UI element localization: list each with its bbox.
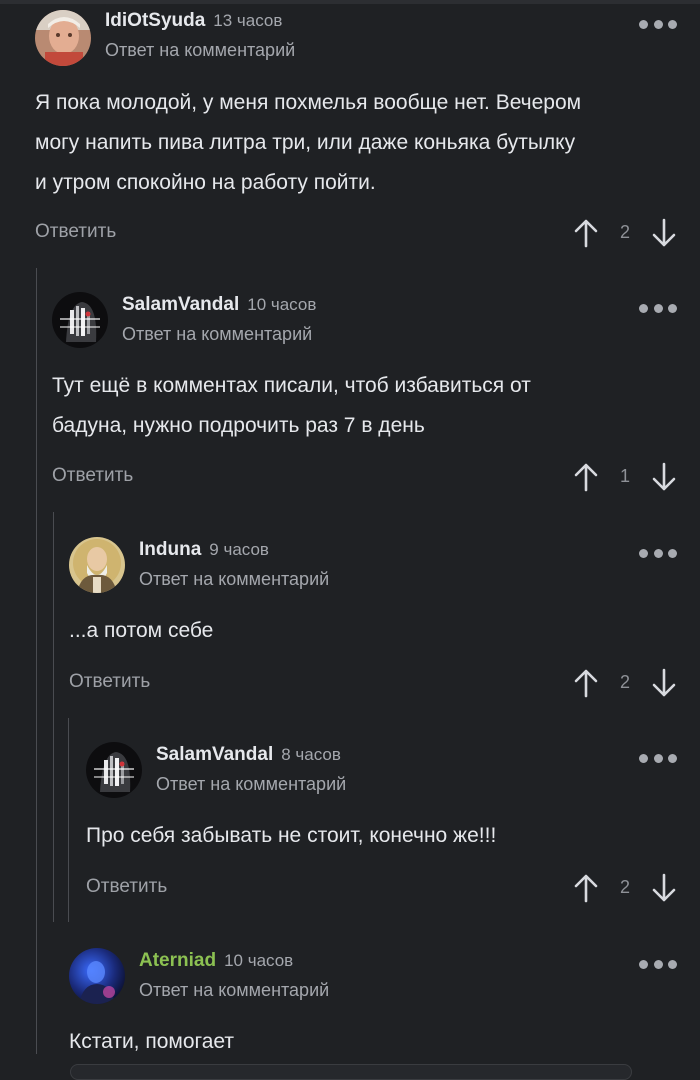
comment-text: Кстати, помогает (69, 1022, 234, 1062)
comment-1: IdiOtSyuda 13 часов Ответ на комментарий … (35, 8, 677, 248)
comment-text: Тут ещё в комментах писали, чтоб избавит… (52, 366, 531, 446)
more-dots-icon[interactable] (639, 547, 677, 559)
arrow-down-icon[interactable] (651, 668, 677, 698)
comment-author[interactable]: SalamVandal 10 часов (122, 294, 316, 316)
comment-text: Про себя забывать не стоит, конечно же!!… (86, 816, 496, 856)
vote-controls: 2 (573, 668, 677, 698)
vote-count: 2 (619, 222, 630, 242)
more-dots-icon[interactable] (639, 752, 677, 764)
comment-text-line: Тут ещё в комментах писали, чтоб избавит… (52, 374, 531, 397)
comment-4: SalamVandal 8 часов Ответ на комментарий … (86, 742, 677, 912)
comment-text-line: Я пока молодой, у меня похмелья вообще н… (35, 91, 582, 114)
reply-to-link[interactable]: Ответ на комментарий (139, 569, 329, 590)
more-dots-icon[interactable] (639, 302, 677, 314)
comment-text: ...а потом себе (69, 611, 213, 651)
arrow-down-icon[interactable] (651, 462, 677, 492)
top-divider (0, 0, 700, 4)
comment-time: 13 часов (213, 11, 283, 30)
vote-controls: 1 (573, 462, 677, 492)
author-name: Aterniad (139, 950, 217, 971)
arrow-up-icon[interactable] (573, 873, 599, 903)
more-dots-icon[interactable] (639, 18, 677, 30)
comment-text: Я пока молодой, у меня похмелья вообще н… (35, 83, 581, 203)
comment-author[interactable]: IdiOtSyuda 13 часов (105, 10, 282, 32)
comment-text-line: ...а потом себе (69, 619, 214, 642)
thread-line-level-3[interactable] (68, 718, 69, 922)
author-name: IdiOtSyuda (105, 10, 206, 31)
author-name: SalamVandal (122, 294, 240, 315)
comment-time: 10 часов (224, 951, 294, 970)
reply-button[interactable]: Ответить (35, 221, 116, 243)
comment-5: Aterniad 10 часов Ответ на комментарий Кс… (69, 948, 677, 1058)
reply-button[interactable]: Ответить (52, 465, 133, 487)
comment-time: 9 часов (209, 540, 269, 559)
comment-text-line: могу напить пива литра три, или даже кон… (35, 131, 576, 154)
avatar[interactable] (69, 948, 125, 1004)
comment-author[interactable]: SalamVandal 8 часов (156, 744, 341, 766)
arrow-up-icon[interactable] (573, 668, 599, 698)
avatar[interactable] (69, 537, 125, 593)
comment-author[interactable]: Aterniad 10 часов (139, 950, 293, 972)
vote-count: 2 (619, 672, 630, 692)
comment-text-line: Кстати, помогает (69, 1030, 234, 1053)
reply-button[interactable]: Ответить (86, 876, 167, 898)
author-name: Induna (139, 539, 202, 560)
avatar[interactable] (52, 292, 108, 348)
thread-line-level-1[interactable] (36, 268, 37, 1054)
comment-time: 8 часов (281, 745, 341, 764)
arrow-up-icon[interactable] (573, 462, 599, 492)
comment-2: SalamVandal 10 часов Ответ на комментарий… (52, 292, 677, 492)
more-dots-icon[interactable] (639, 958, 677, 970)
avatar[interactable] (86, 742, 142, 798)
reply-to-link[interactable]: Ответ на комментарий (105, 40, 295, 61)
reply-to-link[interactable]: Ответ на комментарий (122, 324, 312, 345)
next-comment-edge (70, 1064, 632, 1080)
arrow-down-icon[interactable] (651, 873, 677, 903)
vote-count: 1 (619, 466, 630, 486)
thread-line-level-2[interactable] (53, 512, 54, 922)
vote-controls: 2 (573, 873, 677, 903)
author-name: SalamVandal (156, 744, 274, 765)
reply-to-link[interactable]: Ответ на комментарий (156, 774, 346, 795)
comment-time: 10 часов (247, 295, 317, 314)
reply-to-link[interactable]: Ответ на комментарий (139, 980, 329, 1001)
arrow-down-icon[interactable] (651, 218, 677, 248)
avatar[interactable] (35, 10, 91, 66)
reply-button[interactable]: Ответить (69, 671, 150, 693)
comment-text-line: бадуна, нужно подрочить раз 7 в день (52, 414, 425, 437)
comment-author[interactable]: Induna 9 часов (139, 539, 269, 561)
comment-text-line: Про себя забывать не стоит, конечно же!!… (86, 824, 497, 847)
vote-controls: 2 (573, 218, 677, 248)
arrow-up-icon[interactable] (573, 218, 599, 248)
vote-count: 2 (619, 877, 630, 897)
comment-text-line: и утром спокойно на работу пойти. (35, 171, 376, 194)
comment-3: Induna 9 часов Ответ на комментарий ...а … (69, 537, 677, 707)
